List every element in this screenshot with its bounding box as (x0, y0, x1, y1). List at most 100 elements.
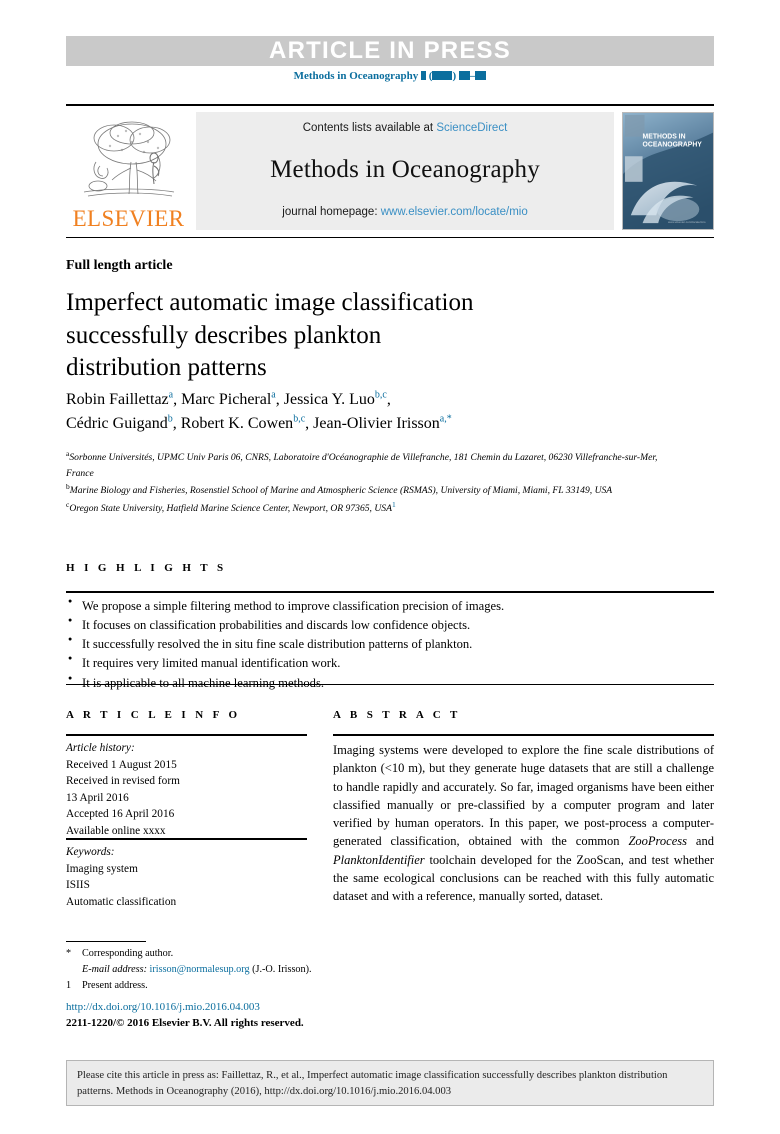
contents-available-line: Contents lists available at ScienceDirec… (303, 122, 508, 134)
affiliation-item: aSorbonne Universités, UPMC Univ Paris 0… (66, 448, 666, 481)
footnote-mark-asterisk: * (66, 948, 72, 959)
sciencedirect-link[interactable]: ScienceDirect (436, 122, 507, 134)
abstract-part-2: and (687, 834, 714, 849)
highlights-bottom-divider (66, 684, 714, 685)
author-affiliation-mark: b,c (374, 389, 387, 401)
list-item: It requires very limited manual identifi… (66, 653, 714, 673)
article-history-item: 13 April 2016 (66, 791, 129, 804)
journal-cover-thumbnail: METHODS IN OCEANOGRAPHY www.elsevier.com… (622, 112, 714, 230)
abstract-part-1: Imaging systems were developed to explor… (333, 743, 714, 849)
author-separator: , (275, 391, 284, 408)
abstract-divider (333, 734, 714, 736)
elsevier-wordmark: ELSEVIER (72, 206, 185, 231)
article-history-item: Received in revised form (66, 775, 180, 788)
email-link[interactable]: irisson@normalesup.org (150, 964, 250, 975)
abstract-text: Imaging systems were developed to explor… (333, 741, 714, 905)
author-name: Jean-Olivier Irisson (313, 414, 440, 432)
article-history-label: Article history: (66, 742, 135, 754)
journal-cover-image: METHODS IN OCEANOGRAPHY www.elsevier.com… (623, 113, 713, 229)
title-line-3: distribution patterns (66, 354, 267, 381)
affiliation-item: bMarine Biology and Fisheries, Rosenstie… (66, 481, 666, 499)
footnote-divider (66, 941, 146, 942)
article-first-page: ARTICLE IN PRESS Methods in Oceanography… (0, 0, 780, 1134)
footnote-corresponding-text: Corresponding author. (82, 948, 174, 959)
keywords-divider (66, 838, 307, 840)
article-in-press-label: ARTICLE IN PRESS (269, 37, 511, 64)
list-item: It successfully resolved the in situ fin… (66, 634, 714, 654)
abstract-heading: A B S T R A C T (333, 709, 461, 721)
author-separator: , (386, 391, 391, 408)
email-owner: (J.-O. Irisson). (252, 963, 312, 975)
affiliation-footnote-mark: 1 (391, 499, 396, 509)
citation-notice-text: Please cite this article in press as: Fa… (77, 1070, 668, 1097)
author-list: Robin Faillettaza, Marc Picherala, Jessi… (66, 388, 666, 435)
contents-banner: Contents lists available at ScienceDirec… (196, 112, 614, 230)
footnote-block: * Corresponding author. E-mail address: i… (66, 946, 486, 993)
keyword-item: Imaging system (66, 862, 138, 875)
list-item: It focuses on classification probabiliti… (66, 615, 714, 635)
author-name: Robin Faillettaz (66, 391, 169, 408)
keywords-label: Keywords: (66, 846, 115, 858)
elsevier-logo: ELSEVIER (66, 112, 191, 230)
elsevier-tree-icon (83, 121, 174, 197)
affiliation-list: aSorbonne Universités, UPMC Univ Paris 0… (66, 448, 666, 517)
first-page-placeholder-block (458, 71, 470, 80)
abstract-italic-zooprocess: ZooProcess (628, 834, 688, 849)
copyright-line: 2211-1220/© 2016 Elsevier B.V. All right… (66, 1016, 304, 1029)
list-item: We propose a simple filtering method to … (66, 596, 714, 616)
journal-homepage-prefix: journal homepage: (282, 206, 381, 218)
article-in-press-banner: ARTICLE IN PRESS (66, 36, 714, 66)
cover-title-line-1: METHODS IN (643, 134, 686, 141)
article-info-divider (66, 734, 307, 736)
journal-homepage-link[interactable]: www.elsevier.com/locate/mio (381, 206, 528, 218)
affiliation-text: Oregon State University, Hatfield Marine… (69, 503, 392, 515)
keyword-item: ISIIS (66, 879, 90, 892)
article-history-item: Received 1 August 2015 (66, 758, 177, 771)
svg-text:www.elsevier.com/locate/mio: www.elsevier.com/locate/mio (668, 220, 706, 224)
affiliation-text: Sorbonne Universités, UPMC Univ Paris 06… (66, 452, 658, 479)
author-affiliation-mark: a,* (439, 413, 452, 425)
author-affiliation-mark: b,c (293, 413, 306, 425)
author-name: Jessica Y. Luo (283, 391, 375, 408)
footnote-mark-one: 1 (66, 979, 72, 991)
citation-notice-box: Please cite this article in press as: Fa… (66, 1060, 714, 1106)
author-separator: , (305, 414, 314, 432)
contents-available-prefix: Contents lists available at (302, 122, 437, 134)
author-separator: , (172, 414, 181, 432)
footnote-email: E-mail address: irisson@normalesup.org (… (66, 962, 486, 978)
article-history-item: Accepted 16 April 2016 (66, 808, 175, 821)
footnote-present-text: Present address. (82, 979, 148, 991)
author-name: Marc Picheral (181, 391, 272, 408)
affiliation-item: cOregon State University, Hatfield Marin… (66, 499, 666, 517)
last-page-placeholder-block (475, 71, 487, 80)
affiliation-text: Marine Biology and Fisheries, Rosenstiel… (69, 485, 613, 497)
year-placeholder-block (432, 71, 453, 80)
article-type-label: Full length article (66, 258, 173, 273)
title-line-2: successfully describes plankton (66, 321, 382, 349)
journal-reference-name: Methods in Oceanography (293, 70, 419, 82)
footnote-corresponding-author: * Corresponding author. (66, 946, 486, 962)
journal-title: Methods in Oceanography (270, 156, 540, 183)
keywords-block: Keywords: Imaging system ISIIS Automatic… (66, 844, 307, 910)
highlights-heading: H I G H L I G H T S (66, 562, 227, 574)
abstract-italic-planktonidentifier: PlanktonIdentifier (333, 852, 425, 867)
email-address-label: E-mail address: (82, 963, 147, 975)
page-title: Imperfect automatic image classification… (66, 287, 536, 385)
journal-homepage-line: journal homepage: www.elsevier.com/locat… (282, 206, 527, 218)
article-info-heading: A R T I C L E I N F O (66, 709, 241, 721)
highlights-list: We propose a simple filtering method to … (66, 596, 714, 693)
journal-reference-line: Methods in Oceanography () – (0, 70, 780, 82)
footnote-present-address: 1 Present address. (66, 978, 486, 994)
journal-masthead: ELSEVIER Contents lists available at Sci… (66, 104, 714, 238)
doi-copyright-block: http://dx.doi.org/10.1016/j.mio.2016.04.… (66, 1000, 486, 1032)
doi-link[interactable]: http://dx.doi.org/10.1016/j.mio.2016.04.… (66, 1001, 260, 1013)
article-history: Article history: Received 1 August 2015 … (66, 740, 307, 840)
author-separator: , (173, 391, 182, 408)
highlights-top-divider (66, 591, 714, 593)
keyword-item: Automatic classification (66, 895, 177, 908)
author-name: Robert K. Cowen (180, 414, 294, 432)
cover-title-line-2: OCEANOGRAPHY (643, 141, 703, 148)
title-line-1: Imperfect automatic image classification (66, 289, 474, 316)
author-name: Cédric Guigand (66, 414, 168, 432)
masthead-divider (66, 237, 714, 238)
